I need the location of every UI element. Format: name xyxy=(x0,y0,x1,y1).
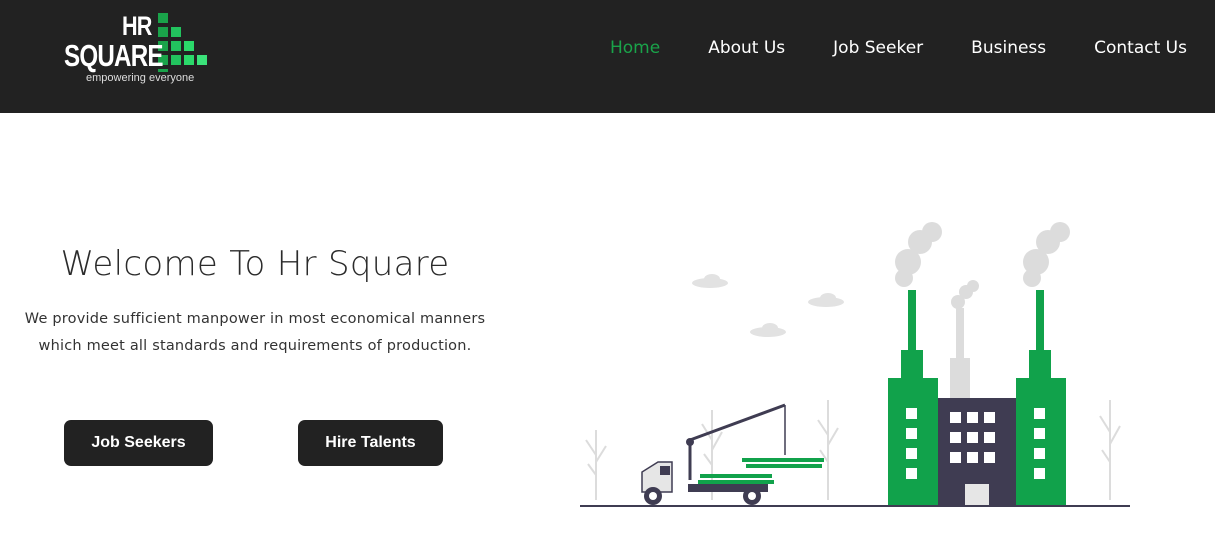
logo-tagline: empowering everyone xyxy=(86,72,195,84)
truck-crane-icon xyxy=(641,403,824,505)
logo-text-square: SQUARE xyxy=(64,38,164,73)
hire-talents-button[interactable]: Hire Talents xyxy=(298,420,443,466)
chimney-gray xyxy=(956,308,964,363)
main-nav: Home About Us Job Seeker Business Contac… xyxy=(610,36,1187,60)
factory-illustration xyxy=(580,222,1130,507)
nav-home[interactable]: Home xyxy=(610,36,660,60)
cloud-icon xyxy=(692,274,844,337)
hr-square-logo[interactable]: HR SQUARE empowering everyone xyxy=(62,12,222,90)
hero-description-line-2: which meet all standards and requirement… xyxy=(38,338,472,354)
door-icon xyxy=(965,484,989,506)
logo-text-hr: HR xyxy=(122,11,152,41)
nav-job-seeker[interactable]: Job Seeker xyxy=(833,36,923,60)
hero-description-line-1: We provide sufficient manpower in most e… xyxy=(24,311,486,327)
nav-contact-us[interactable]: Contact Us xyxy=(1094,36,1187,60)
hero-description: We provide sufficient manpower in most e… xyxy=(0,306,510,360)
top-navigation-bar: HR SQUARE empowering everyone Home About… xyxy=(0,0,1215,113)
nav-business[interactable]: Business xyxy=(971,36,1046,60)
hero-title: Welcome To Hr Square xyxy=(60,244,450,284)
job-seekers-button[interactable]: Job Seekers xyxy=(64,420,213,466)
nav-about-us[interactable]: About Us xyxy=(708,36,785,60)
